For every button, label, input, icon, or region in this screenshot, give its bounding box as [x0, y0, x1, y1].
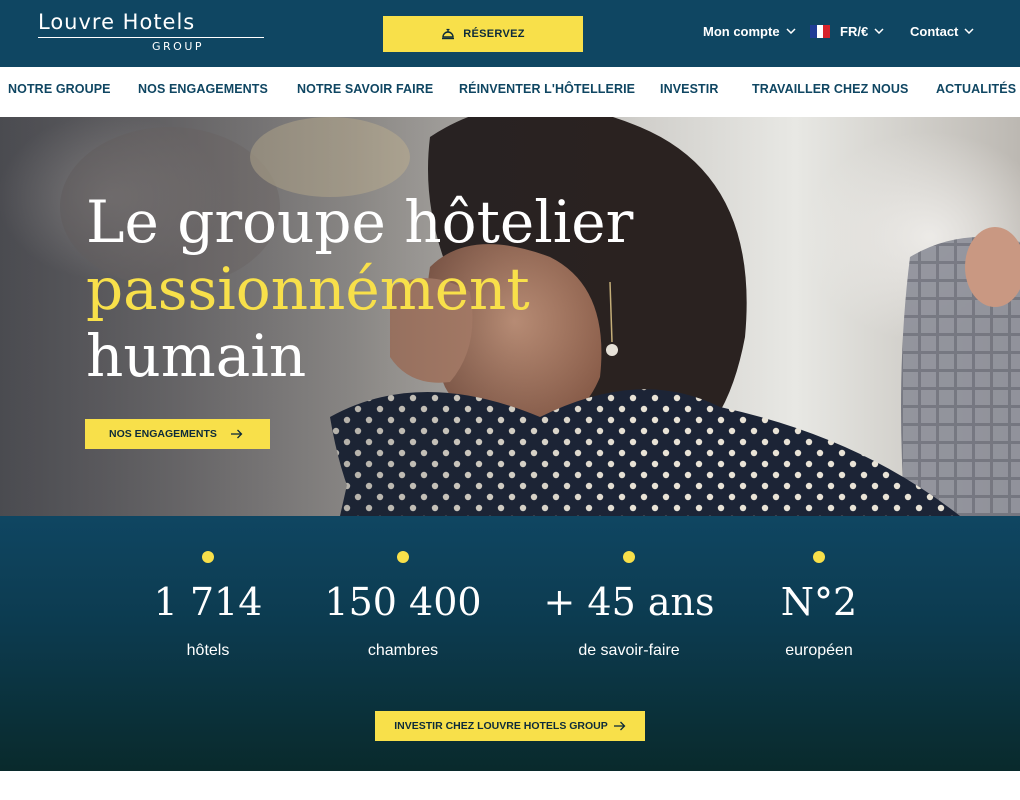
- arrow-right-icon: [230, 429, 243, 439]
- stat-label: européen: [785, 642, 853, 659]
- logo-subtitle: GROUP: [152, 40, 205, 53]
- chevron-down-icon: [874, 28, 884, 34]
- nav-item-notre-groupe[interactable]: NOTRE GROUPE: [8, 82, 111, 96]
- stat-bullet: [813, 551, 825, 563]
- stat-value: N°2: [780, 580, 858, 624]
- brand-logo[interactable]: Louvre Hotels GROUP: [38, 10, 266, 54]
- stat-bullet: [397, 551, 409, 563]
- nav-item-reinventer[interactable]: RÉINVENTER L'HÔTELLERIE: [459, 82, 635, 96]
- contact-menu[interactable]: Contact: [910, 22, 974, 40]
- logo-wordmark: Louvre Hotels: [38, 10, 196, 34]
- invest-cta-button[interactable]: INVESTIR CHEZ LOUVRE HOTELS GROUP: [375, 711, 645, 741]
- main-navigation: NOTRE GROUPE NOS ENGAGEMENTS NOTRE SAVOI…: [0, 67, 1020, 117]
- chevron-down-icon: [964, 28, 974, 34]
- stat-bullet: [623, 551, 635, 563]
- nav-item-actualites[interactable]: ACTUALITÉS: [936, 82, 1016, 96]
- page-footer-space: [0, 771, 1020, 800]
- account-label: Mon compte: [703, 23, 780, 39]
- contact-label: Contact: [910, 23, 959, 39]
- nav-item-nos-engagements[interactable]: NOS ENGAGEMENTS: [138, 82, 268, 96]
- account-menu[interactable]: Mon compte: [703, 22, 796, 40]
- engagements-cta-button[interactable]: NOS ENGAGEMENTS: [85, 419, 270, 449]
- nav-item-investir[interactable]: INVESTIR: [660, 82, 718, 96]
- invest-cta-label: INVESTIR CHEZ LOUVRE HOTELS GROUP: [394, 720, 608, 732]
- flag-fr-icon: [810, 24, 831, 38]
- key-figures: 1 714 hôtels 150 400 chambres + 45 ans d…: [0, 516, 1020, 771]
- language-selector[interactable]: FR/€: [810, 22, 884, 40]
- hero-title-line1: Le groupe hôtelier: [86, 188, 634, 256]
- hero-title-line2: passionnément: [86, 255, 530, 323]
- top-header: Louvre Hotels GROUP RÉSERVEZ Mon compte …: [0, 0, 1020, 67]
- chevron-down-icon: [786, 28, 796, 34]
- engagements-cta-label: NOS ENGAGEMENTS: [109, 428, 217, 440]
- reserve-button[interactable]: RÉSERVEZ: [383, 16, 583, 52]
- stat-bullet: [202, 551, 214, 563]
- reserve-label: RÉSERVEZ: [463, 28, 525, 40]
- arrow-right-icon: [613, 721, 626, 731]
- language-label: FR/€: [840, 23, 869, 39]
- hero-title-line3: humain: [86, 322, 307, 390]
- bell-icon: [442, 28, 455, 40]
- hero-banner: Le groupe hôtelier passionnément humain …: [0, 117, 1020, 516]
- stat-label: chambres: [367, 642, 439, 659]
- nav-item-savoir-faire[interactable]: NOTRE SAVOIR FAIRE: [297, 82, 433, 96]
- stat-value: 150 400: [324, 580, 482, 624]
- logo-divider: [38, 37, 264, 38]
- nav-item-travailler[interactable]: TRAVAILLER CHEZ NOUS: [752, 82, 908, 96]
